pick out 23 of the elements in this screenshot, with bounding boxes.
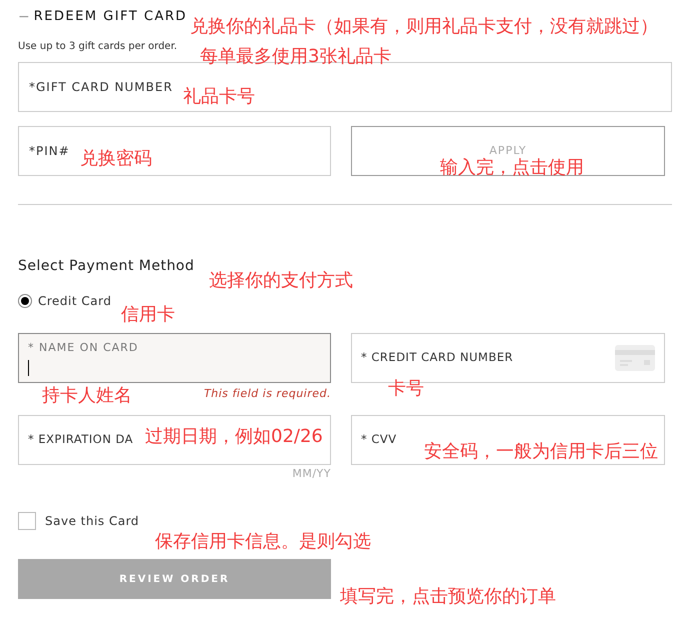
annotation-text: 持卡人姓名 [42,385,132,407]
text-cursor [28,360,29,376]
annotation-text: 填写完，点击预览你的订单 [340,586,556,608]
format-hint: MM/YY [292,466,331,482]
annotation-text: 兑换你的礼品卡（如果有，则用礼品卡支付，没有就跳过） [190,16,658,38]
annotation-text: 安全码，一般为信用卡后三位 [424,441,658,463]
checkbox[interactable] [18,512,36,530]
section-title: REDEEM GIFT CARD [34,8,188,26]
radio-button[interactable] [18,294,32,308]
annotation-text: 信用卡 [121,304,175,326]
checkbox-label[interactable]: Save this Card [45,512,140,530]
credit-card-icon [615,345,655,371]
annotation-text: 选择你的支付方式 [209,270,353,292]
annotation-text: 输入完，点击使用 [440,157,584,179]
error-message: This field is required. [204,386,331,402]
annotation-text: 保存信用卡信息。是则勾选 [155,531,371,553]
gift-card-note: Use up to 3 gift cards per order. [18,40,178,54]
input-field[interactable]: * NAME ON CARD [18,333,331,383]
annotation-text: 兑换密码 [80,148,152,170]
radio-label[interactable]: Credit Card [38,292,112,310]
annotation-text: 过期日期，例如02/26 [145,426,323,448]
payment-method-title: Select Payment Method [18,257,196,276]
annotation-text: 礼品卡号 [183,86,255,108]
